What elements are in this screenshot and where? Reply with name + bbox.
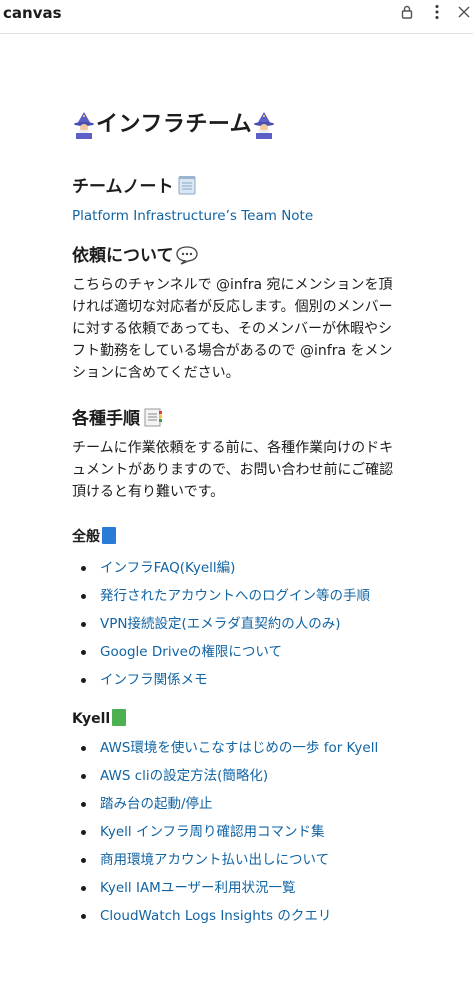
- kyell-heading: Kyell: [72, 709, 402, 729]
- doc-link[interactable]: 商用環境アカウント払い出しについて: [100, 852, 329, 868]
- green-book-icon: [112, 709, 127, 726]
- list-item: 踏み台の起動/停止: [72, 793, 402, 815]
- doc-link[interactable]: Google Driveの権限について: [100, 644, 282, 660]
- canvas-document: インフラチーム チームノート Platform Infrastructure’s…: [72, 110, 402, 927]
- canvas-title: canvas: [3, 4, 62, 22]
- doc-link[interactable]: インフラ関係メモ: [100, 672, 208, 688]
- list-item: 商用環境アカウント払い出しについて: [72, 849, 402, 871]
- list-item: インフラFAQ(Kyell編): [72, 557, 402, 579]
- team-note-link[interactable]: Platform Infrastructure’s Team Note: [72, 208, 313, 224]
- procedures-body: チームに作業依頼をする前に、各種作業向けのドキュメントがありますので、お問い合わ…: [72, 440, 394, 500]
- team-note-heading-text: チームノート: [72, 177, 174, 197]
- doc-link[interactable]: CloudWatch Logs Insights のクエリ: [100, 908, 331, 924]
- list-item: Kyell インフラ周り確認用コマンド集: [72, 821, 402, 843]
- list-item: AWS cliの設定方法(簡略化): [72, 765, 402, 787]
- kyell-list: AWS環境を使いこなすはじめの一歩 for Kyell AWS cliの設定方法…: [72, 737, 402, 927]
- doc-link[interactable]: AWS cliの設定方法(簡略化): [100, 768, 268, 784]
- speech-balloon-icon: [175, 245, 199, 265]
- doc-link[interactable]: 発行されたアカウントへのログイン等の手順: [100, 588, 370, 604]
- list-item: インフラ関係メモ: [72, 669, 402, 691]
- wizard-icon: [72, 111, 96, 139]
- list-item: 発行されたアカウントへのログイン等の手順: [72, 585, 402, 607]
- doc-link[interactable]: インフラFAQ(Kyell編): [100, 560, 235, 576]
- page-title: インフラチーム: [72, 110, 402, 140]
- procedures-heading-text: 各種手順: [72, 409, 140, 429]
- general-heading-text: 全般: [72, 529, 100, 545]
- blue-book-icon: [102, 527, 116, 544]
- list-item: VPN接続設定(エメラダ直契約の人のみ): [72, 613, 402, 635]
- notepad-icon: [176, 174, 198, 196]
- general-heading: 全般: [72, 527, 402, 547]
- more-vertical-icon[interactable]: [428, 2, 446, 22]
- list-item: CloudWatch Logs Insights のクエリ: [72, 905, 402, 927]
- request-body: こちらのチャンネルで @infra 宛にメンションを頂ければ適切な対応者が反応し…: [72, 277, 393, 381]
- doc-link[interactable]: VPN接続設定(エメラダ直契約の人のみ): [100, 616, 341, 632]
- list-item: AWS環境を使いこなすはじめの一歩 for Kyell: [72, 737, 402, 759]
- page-title-text: インフラチーム: [96, 112, 253, 137]
- request-heading: 依頼について: [72, 244, 402, 268]
- lock-icon[interactable]: [398, 2, 416, 22]
- procedures-heading: 各種手順: [72, 406, 402, 431]
- doc-link[interactable]: AWS環境を使いこなすはじめの一歩 for Kyell: [100, 740, 378, 756]
- doc-link[interactable]: Kyell インフラ周り確認用コマンド集: [100, 824, 325, 840]
- team-note-heading: チームノート: [72, 174, 402, 199]
- list-item: Kyell IAMユーザー利用状況一覧: [72, 877, 402, 899]
- request-heading-text: 依頼について: [72, 246, 174, 266]
- bookmark-tabs-icon: [142, 406, 164, 428]
- wizard-icon: [252, 111, 276, 139]
- doc-link[interactable]: 踏み台の起動/停止: [100, 796, 213, 812]
- general-list: インフラFAQ(Kyell編) 発行されたアカウントへのログイン等の手順 VPN…: [72, 557, 402, 691]
- kyell-heading-text: Kyell: [72, 711, 111, 727]
- canvas-header: canvas: [0, 0, 473, 34]
- list-item: Google Driveの権限について: [72, 641, 402, 663]
- doc-link[interactable]: Kyell IAMユーザー利用状況一覧: [100, 880, 296, 896]
- close-icon[interactable]: [455, 2, 473, 22]
